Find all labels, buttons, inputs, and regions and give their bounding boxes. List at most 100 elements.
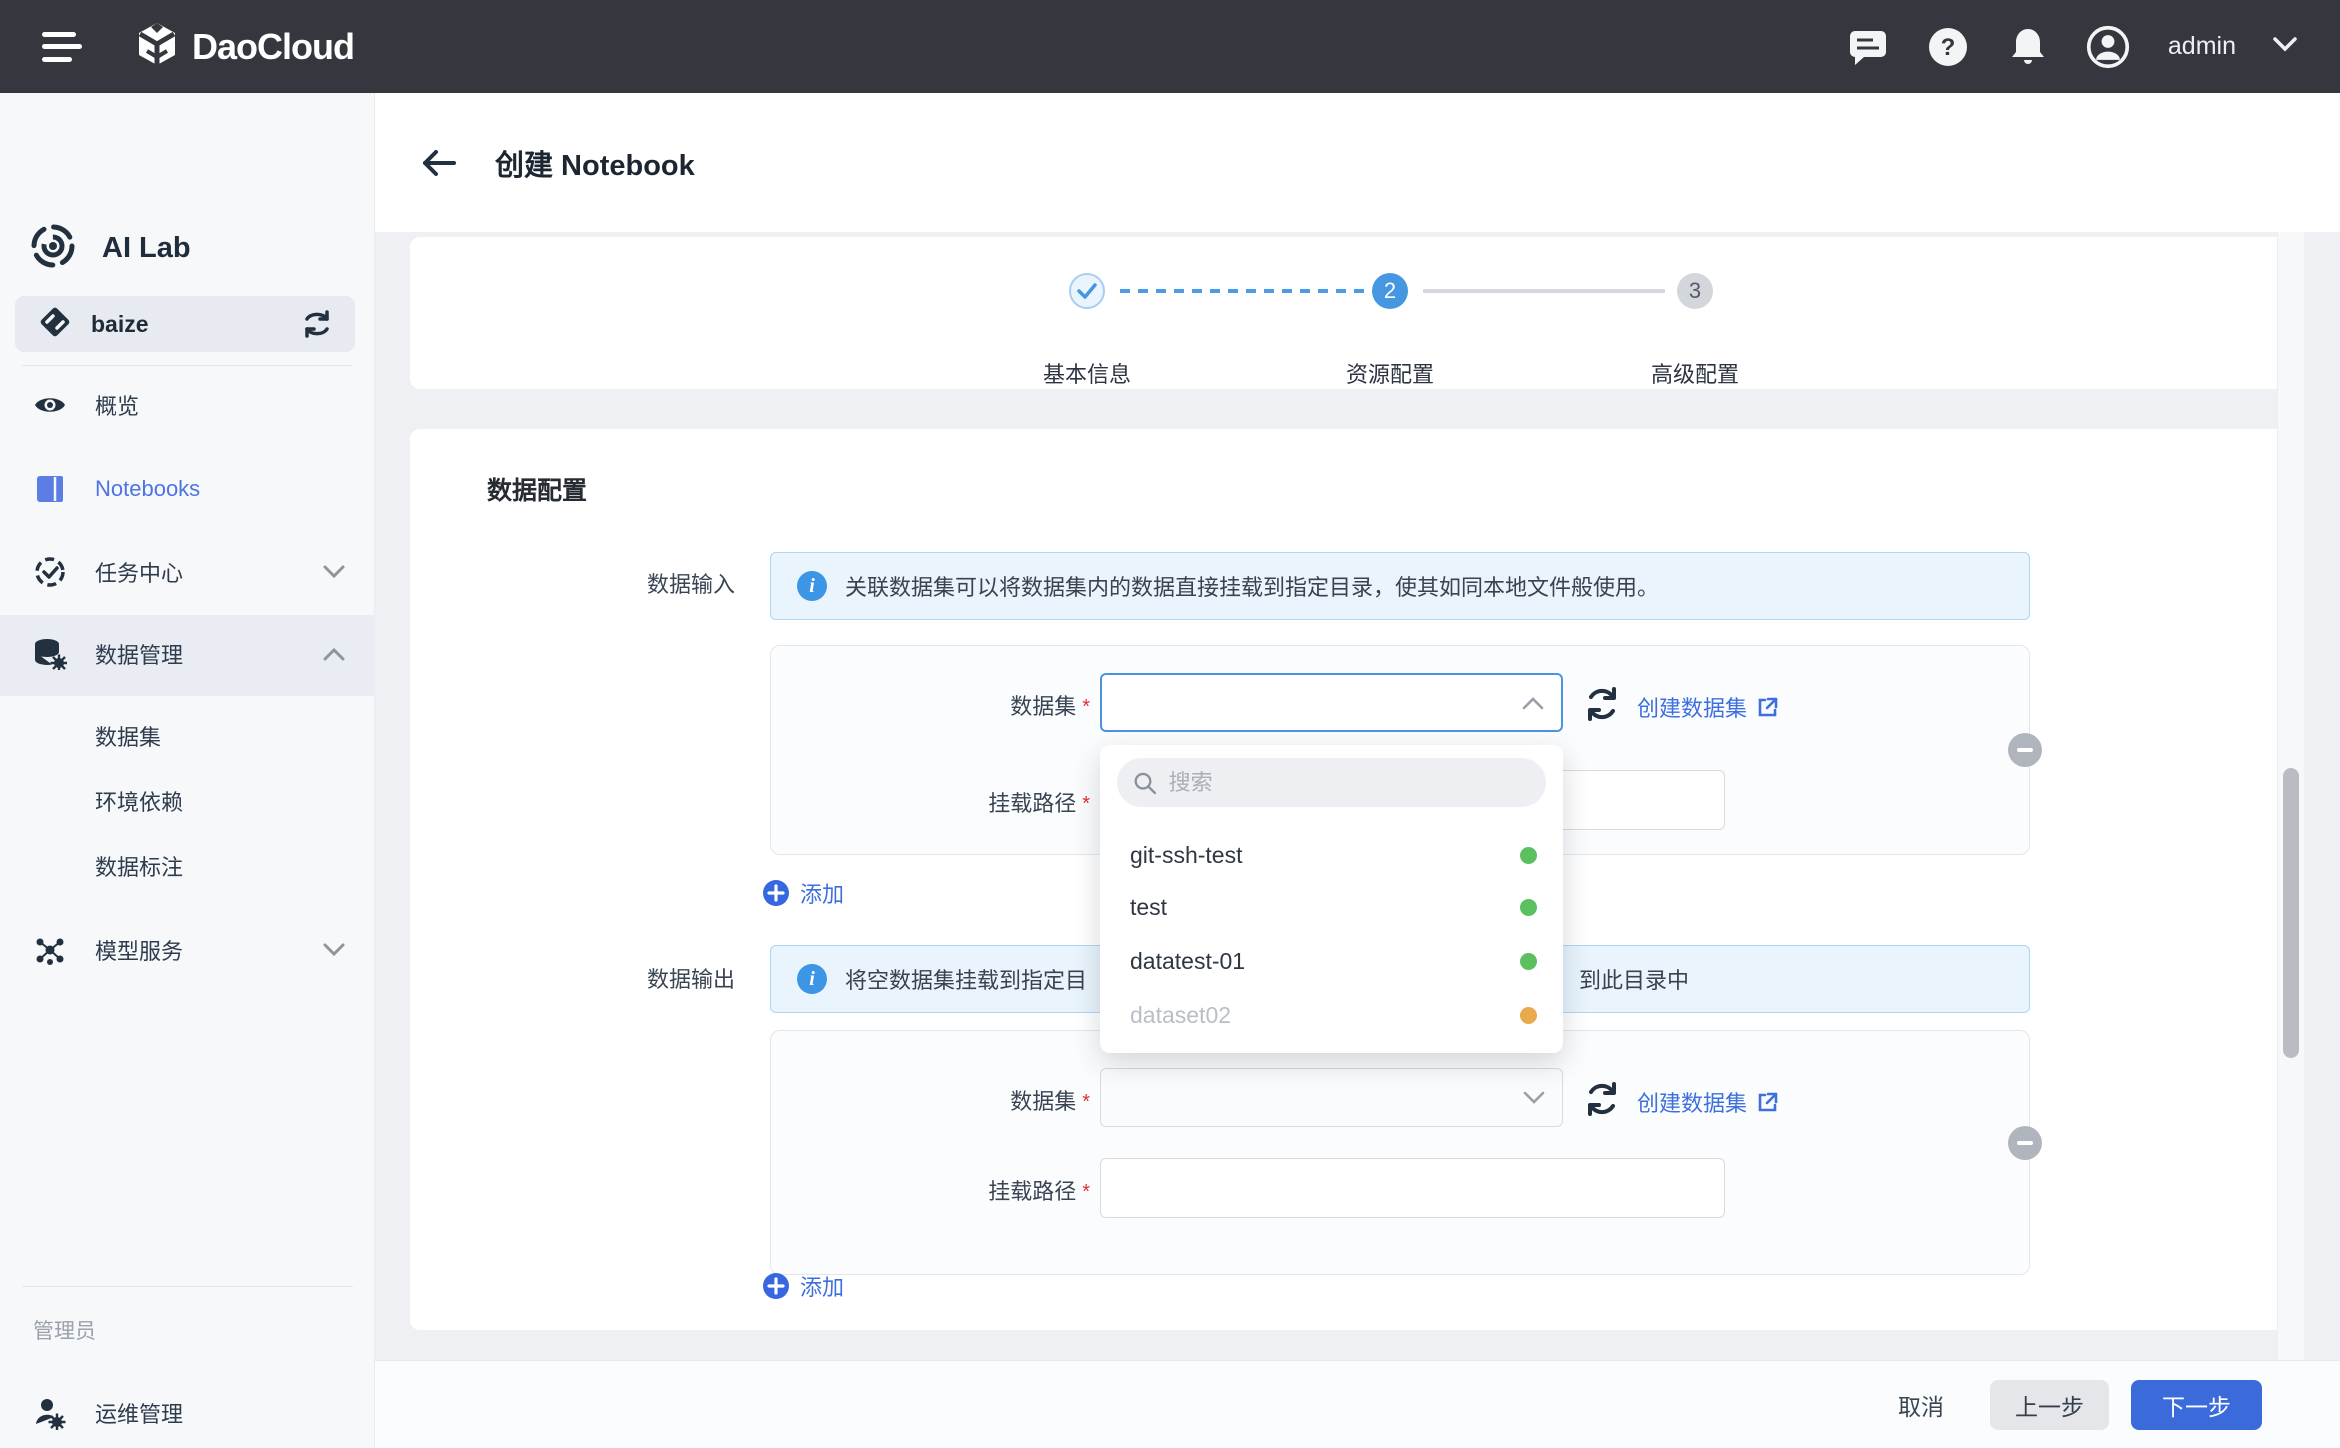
chevron-up-icon[interactable] bbox=[1521, 696, 1545, 710]
add-data-input-link[interactable]: 添加 bbox=[762, 877, 844, 909]
switch-workspace-icon[interactable] bbox=[301, 309, 333, 339]
username[interactable]: admin bbox=[2168, 32, 2236, 61]
page-title: 创建 Notebook bbox=[495, 142, 695, 184]
sidebar-item-label: 数据集 bbox=[95, 720, 161, 752]
sidebar-item-task-center[interactable]: 任务中心 bbox=[0, 544, 375, 600]
next-step-button[interactable]: 下一步 bbox=[2131, 1380, 2262, 1430]
sidebar-item-label: 任务中心 bbox=[95, 556, 183, 588]
notifications-icon[interactable] bbox=[2006, 25, 2050, 69]
option-label: git-ssh-test bbox=[1130, 842, 1242, 869]
dataset-field-label: 数据集* bbox=[920, 689, 1090, 721]
dropdown-option-test[interactable]: test bbox=[1100, 881, 1563, 933]
sidebar-item-model-services[interactable]: 模型服务 bbox=[0, 922, 375, 978]
add-label: 添加 bbox=[800, 1270, 844, 1302]
sidebar-item-notebooks[interactable]: Notebooks bbox=[0, 461, 375, 517]
step-2-active[interactable]: 2 bbox=[1372, 273, 1408, 309]
step-3-todo[interactable]: 3 bbox=[1677, 273, 1713, 309]
option-label: dataset02 bbox=[1130, 1002, 1231, 1029]
chevron-down-icon[interactable] bbox=[323, 943, 345, 957]
step-number: 3 bbox=[1689, 278, 1701, 304]
step-connector-done bbox=[1120, 289, 1365, 293]
step-3-label: 高级配置 bbox=[1595, 357, 1795, 389]
sidebar-item-data-annotation[interactable]: 数据标注 bbox=[0, 838, 375, 894]
daocloud-logo-icon bbox=[134, 21, 180, 72]
refresh-icon[interactable] bbox=[1583, 1080, 1621, 1123]
book-icon bbox=[33, 474, 67, 504]
dataset-tools: 创建数据集 bbox=[1583, 1080, 1779, 1123]
dropdown-option-git-ssh-test[interactable]: git-ssh-test bbox=[1100, 829, 1563, 881]
chevron-up-icon[interactable] bbox=[323, 647, 345, 661]
status-dot bbox=[1520, 1007, 1537, 1024]
sidebar-item-label: 环境依赖 bbox=[95, 785, 183, 817]
scrollbar-track[interactable] bbox=[2277, 232, 2304, 1360]
top-header: DaoCloud ? admin bbox=[0, 0, 2340, 93]
product-header: AI Lab bbox=[28, 221, 191, 276]
dropdown-search[interactable] bbox=[1117, 758, 1546, 807]
chevron-down-icon[interactable] bbox=[1522, 1091, 1546, 1105]
sidebar-item-overview[interactable]: 概览 bbox=[0, 377, 375, 433]
banner-text-left: 将空数据集挂载到指定目 bbox=[845, 963, 1087, 995]
external-link-icon bbox=[1755, 1090, 1779, 1114]
workspace-name: baize bbox=[91, 311, 149, 338]
sidebar-item-label: Notebooks bbox=[95, 476, 200, 502]
back-arrow-icon[interactable] bbox=[421, 149, 457, 177]
chevron-down-icon[interactable] bbox=[323, 565, 345, 579]
workspace-selector[interactable]: baize bbox=[15, 296, 355, 352]
external-link-icon bbox=[1755, 695, 1779, 719]
dropdown-search-input[interactable] bbox=[1169, 770, 1530, 796]
sidebar-item-label: 概览 bbox=[95, 389, 139, 421]
data-output-label: 数据输出 bbox=[565, 962, 735, 994]
sidebar-item-ops-management[interactable]: 运维管理 bbox=[0, 1385, 375, 1441]
dataset-tools: 创建数据集 bbox=[1583, 685, 1779, 728]
dataset-field-label: 数据集* bbox=[920, 1084, 1090, 1116]
data-input-banner: i 关联数据集可以将数据集内的数据直接挂载到指定目录，使其如同本地文件般使用。 bbox=[770, 552, 2030, 620]
dataset-dropdown: git-ssh-test test datatest-01 dataset02 bbox=[1100, 745, 1563, 1053]
cancel-button[interactable]: 取消 bbox=[1898, 1380, 1944, 1430]
prev-step-button[interactable]: 上一步 bbox=[1990, 1380, 2109, 1430]
data-input-label: 数据输入 bbox=[565, 567, 735, 599]
plus-circle-icon bbox=[762, 1272, 790, 1300]
remove-data-input-button[interactable] bbox=[2008, 733, 2042, 767]
remove-data-output-button[interactable] bbox=[2008, 1126, 2042, 1160]
sidebar-item-env-deps[interactable]: 环境依赖 bbox=[0, 773, 375, 829]
data-output-group bbox=[770, 1030, 2030, 1275]
sidebar-item-label: 运维管理 bbox=[95, 1397, 183, 1429]
output-mount-path-input[interactable] bbox=[1100, 1158, 1725, 1218]
help-icon[interactable]: ? bbox=[1926, 25, 1970, 69]
output-dataset-select[interactable] bbox=[1100, 1068, 1563, 1127]
menu-icon[interactable] bbox=[42, 32, 82, 62]
footer-bar: 取消 上一步 下一步 bbox=[375, 1360, 2340, 1448]
page-header: 创建 Notebook bbox=[375, 93, 2340, 232]
status-dot bbox=[1520, 847, 1537, 864]
divider bbox=[22, 1286, 353, 1287]
brand[interactable]: DaoCloud bbox=[134, 21, 354, 72]
refresh-icon[interactable] bbox=[1583, 685, 1621, 728]
banner-text: 关联数据集可以将数据集内的数据直接挂载到指定目录，使其如同本地文件般使用。 bbox=[845, 570, 1659, 602]
ai-lab-icon bbox=[28, 221, 78, 276]
sidebar-item-label: 模型服务 bbox=[95, 934, 183, 966]
main-area: 创建 Notebook 2 3 基本信息 资源配置 高级配置 数据配置 数据输入 bbox=[375, 93, 2340, 1448]
create-dataset-link[interactable]: 创建数据集 bbox=[1637, 1086, 1779, 1118]
scrollbar-thumb[interactable] bbox=[2283, 768, 2299, 1058]
add-data-output-link[interactable]: 添加 bbox=[762, 1270, 844, 1302]
header-actions: ? admin bbox=[1846, 25, 2298, 69]
sidebar-item-data-management[interactable]: 数据管理 bbox=[0, 626, 375, 682]
mount-path-label: 挂载路径* bbox=[920, 1174, 1090, 1206]
status-dot bbox=[1520, 899, 1537, 916]
step-1-done[interactable] bbox=[1069, 273, 1105, 309]
dropdown-option-dataset02[interactable]: dataset02 bbox=[1100, 989, 1563, 1041]
sidebar-item-label: 数据标注 bbox=[95, 850, 183, 882]
plus-circle-icon bbox=[762, 879, 790, 907]
step-number: 2 bbox=[1384, 278, 1396, 304]
dropdown-option-datatest-01[interactable]: datatest-01 bbox=[1100, 935, 1563, 987]
messages-icon[interactable] bbox=[1846, 25, 1890, 69]
user-chevron-down-icon[interactable] bbox=[2272, 36, 2298, 57]
step-2-label: 资源配置 bbox=[1290, 357, 1490, 389]
sidebar-item-datasets[interactable]: 数据集 bbox=[0, 708, 375, 764]
eye-icon bbox=[33, 393, 67, 417]
dataset-select-input[interactable] bbox=[1100, 673, 1563, 732]
model-services-icon bbox=[33, 934, 67, 966]
avatar[interactable] bbox=[2086, 25, 2130, 69]
sidebar: AI Lab baize 概览 Notebooks bbox=[0, 93, 375, 1448]
create-dataset-link[interactable]: 创建数据集 bbox=[1637, 691, 1779, 723]
